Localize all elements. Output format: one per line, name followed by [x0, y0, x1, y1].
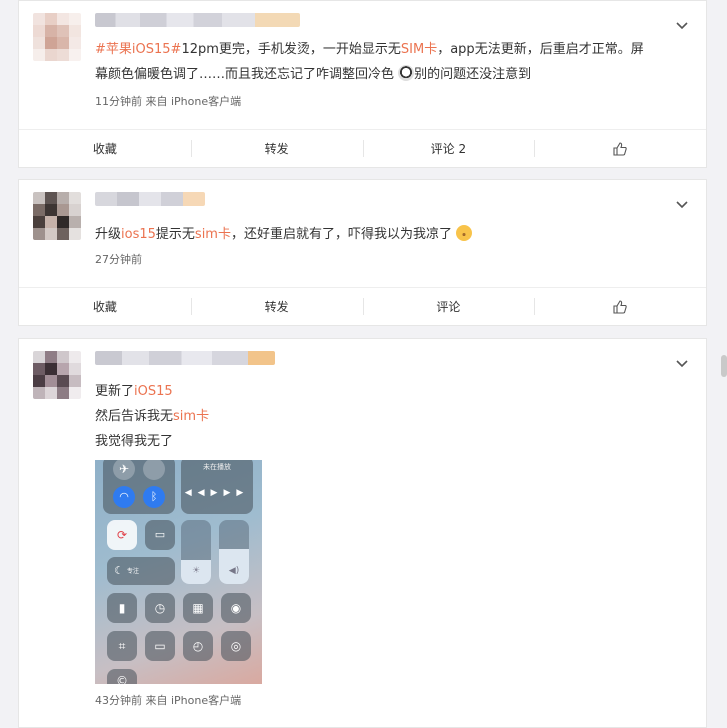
- post-text: 更新了iOS15 然后告诉我无sim卡 我觉得我无了: [95, 384, 210, 449]
- bluetooth-icon: ᛒ: [143, 486, 165, 508]
- scrollbar-thumb[interactable]: [721, 355, 727, 377]
- post-meta[interactable]: 27分钟前: [95, 251, 142, 267]
- post-image[interactable]: ✈ ◠ ᛒ 未在播放 ◀◀▶▶▶ ⟳ ▭ ☀ ◀) ☾ 专注 ▮ ◷ ▦ ◉ ⌗…: [95, 460, 262, 684]
- post-card: 升级ios15提示无sim卡，还好重启就有了，吓得我以为我凉了 27分钟前 收藏…: [18, 179, 707, 326]
- post-card: 更新了iOS15 然后告诉我无sim卡 我觉得我无了 ✈ ◠ ᛒ 未在播放 ◀◀…: [18, 338, 707, 728]
- stopwatch-icon: ◴: [192, 639, 204, 653]
- post-text: #苹果iOS15#12pm更完，手机发烫，一开始显示无SIM卡，app无法更新，…: [95, 42, 644, 82]
- flashlight-icon: ▮: [118, 601, 126, 615]
- wifi-icon: ◠: [113, 486, 135, 508]
- volume-icon: ◀): [228, 566, 240, 576]
- post-text: 升级ios15提示无sim卡，还好重启就有了，吓得我以为我凉了: [95, 222, 666, 247]
- username-blurred[interactable]: [95, 13, 300, 27]
- username-blurred[interactable]: [95, 192, 205, 206]
- post-card: #苹果iOS15#12pm更完，手机发烫，一开始显示无SIM卡，app无法更新，…: [18, 0, 707, 168]
- comment-button[interactable]: 评论: [362, 288, 535, 325]
- rotation-lock-icon: ⟳: [116, 528, 128, 542]
- like-icon: [613, 299, 627, 314]
- qr-scanner-icon: ⌗: [118, 639, 126, 653]
- like-button[interactable]: [534, 288, 706, 325]
- emoji-icon: [398, 65, 415, 81]
- like-icon: [613, 141, 627, 156]
- username-blurred[interactable]: [95, 351, 275, 365]
- collect-button[interactable]: 收藏: [19, 130, 191, 167]
- chevron-down-icon[interactable]: [674, 355, 690, 371]
- avatar[interactable]: [33, 13, 81, 61]
- action-bar: 收藏 转发 评论 2: [19, 129, 706, 167]
- focus-label: 专注: [127, 568, 140, 575]
- collect-button[interactable]: 收藏: [19, 288, 191, 325]
- screen-mirroring-icon: ▭: [154, 528, 166, 541]
- post-meta[interactable]: 43分钟前 来自 iPhone客户端: [95, 692, 241, 708]
- timer-icon: ◷: [154, 601, 166, 615]
- now-playing-label: 未在播放: [203, 463, 231, 471]
- repost-button[interactable]: 转发: [190, 288, 363, 325]
- camera-icon: ◉: [230, 601, 242, 615]
- emoji-icon: [456, 225, 473, 241]
- chevron-down-icon[interactable]: [674, 196, 690, 212]
- battery-icon: ▭: [154, 639, 166, 653]
- like-button[interactable]: [534, 130, 706, 167]
- post-meta[interactable]: 11分钟前 来自 iPhone客户端: [95, 93, 241, 109]
- chevron-down-icon[interactable]: [674, 17, 690, 33]
- comment-button[interactable]: 评论 2: [362, 130, 535, 167]
- action-bar: 收藏 转发 评论: [19, 287, 706, 325]
- accessibility-icon: ©: [116, 674, 128, 684]
- topic-tag[interactable]: #苹果iOS15#: [95, 42, 181, 57]
- repost-button[interactable]: 转发: [190, 130, 363, 167]
- avatar[interactable]: [33, 192, 81, 240]
- moon-icon: ☾: [114, 564, 124, 577]
- record-icon: ◎: [230, 639, 242, 653]
- media-controls-icon: ◀◀▶▶▶: [184, 488, 250, 498]
- avatar[interactable]: [33, 351, 81, 399]
- brightness-icon: ☀: [191, 566, 201, 576]
- calculator-icon: ▦: [192, 601, 204, 615]
